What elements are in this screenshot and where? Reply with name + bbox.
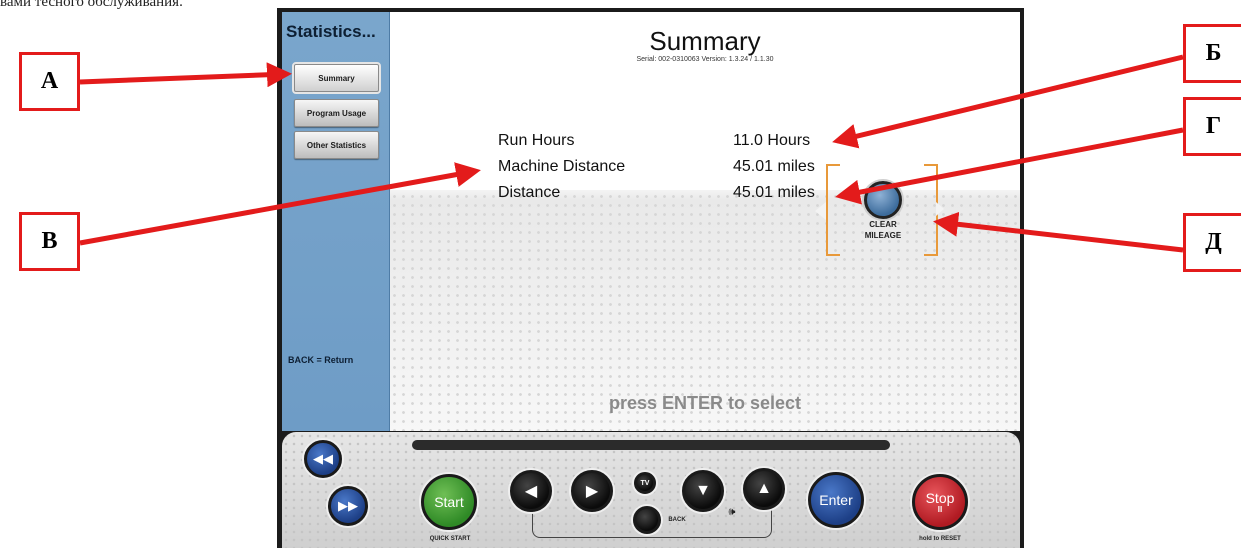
callout-v: В — [19, 212, 80, 271]
arrow-v — [79, 162, 481, 246]
callout-g: Г — [1183, 97, 1241, 156]
annotation-arrows — [79, 54, 1184, 253]
callout-a: А — [19, 52, 80, 111]
arrow-d — [933, 211, 1184, 253]
arrow-g — [835, 127, 1184, 205]
arrow-a — [79, 62, 292, 88]
callout-d: Д — [1183, 213, 1241, 272]
callout-b: Б — [1183, 24, 1241, 83]
arrow-b — [832, 54, 1184, 149]
